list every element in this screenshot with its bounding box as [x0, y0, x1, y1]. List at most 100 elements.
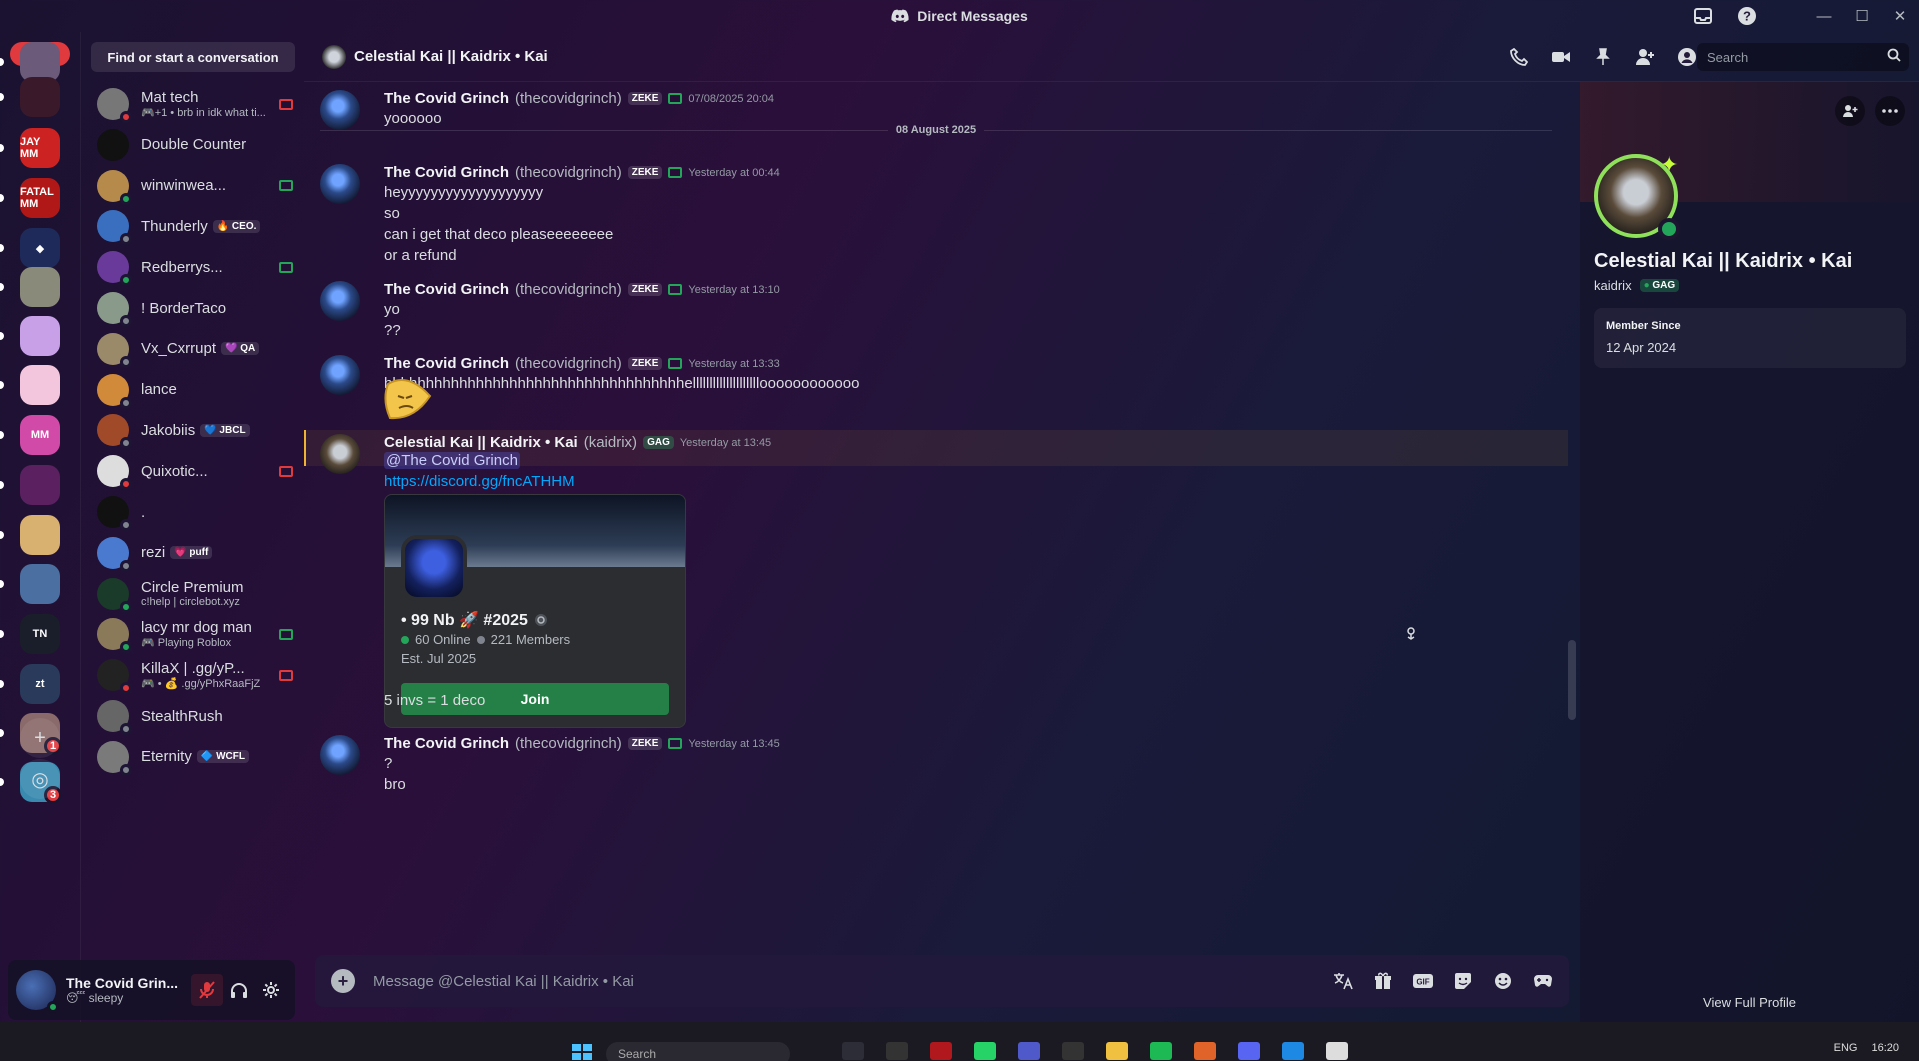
- taskbar-spotify-icon[interactable]: [1150, 1042, 1172, 1060]
- profile-clan-tag[interactable]: ● GAG: [1639, 279, 1680, 292]
- invite-link[interactable]: https://discord.gg/fncATHHM: [384, 473, 575, 490]
- dm-list-item[interactable]: Circle Premium c!help | circlebot.xyz: [89, 572, 297, 616]
- dm-list-item[interactable]: rezi 💗 puff: [89, 531, 297, 575]
- taskbar-teams-icon[interactable]: [1018, 1042, 1040, 1060]
- dm-list-item[interactable]: Eternity 🔷 WCFL: [89, 735, 297, 779]
- activities-gamepad-icon[interactable]: [1531, 969, 1555, 993]
- taskbar-folder-icon[interactable]: [1106, 1042, 1128, 1060]
- clan-tag[interactable]: 🔥 CEO.: [212, 219, 261, 233]
- dm-list-item[interactable]: Redberrys...: [89, 245, 297, 289]
- more-options-icon[interactable]: [1875, 96, 1905, 126]
- view-full-profile-link[interactable]: View Full Profile: [1580, 995, 1919, 1010]
- pinned-messages-icon[interactable]: [1591, 45, 1615, 69]
- author-name[interactable]: The Covid Grinch: [384, 735, 509, 752]
- clan-tag[interactable]: ZEKE: [627, 166, 663, 179]
- search-input[interactable]: Search: [1697, 43, 1909, 71]
- taskbar-edge-icon[interactable]: [1282, 1042, 1304, 1060]
- dm-list-item[interactable]: ! BorderTaco: [89, 286, 297, 330]
- server-icon[interactable]: [20, 365, 60, 405]
- message-composer[interactable]: + Message @Celestial Kai || Kaidrix • Ka…: [315, 955, 1569, 1007]
- server-icon[interactable]: ◆: [20, 228, 60, 268]
- taskbar-discord-icon[interactable]: [1238, 1042, 1260, 1060]
- dm-list-item[interactable]: .: [89, 490, 297, 534]
- add-friend-icon[interactable]: [1835, 96, 1865, 126]
- clan-tag[interactable]: GAG: [643, 436, 674, 449]
- clan-tag[interactable]: 💗 puff: [170, 546, 213, 560]
- dm-list-item[interactable]: Thunderly 🔥 CEO.: [89, 204, 297, 248]
- author-avatar[interactable]: [320, 434, 360, 474]
- gif-icon[interactable]: GIF: [1411, 969, 1435, 993]
- clan-tag[interactable]: 💙 JBCL: [200, 423, 250, 437]
- profile-username[interactable]: kaidrix: [1594, 278, 1632, 293]
- close-button[interactable]: ✕: [1881, 7, 1919, 25]
- server-icon[interactable]: [20, 42, 60, 82]
- dm-list-item[interactable]: Mat tech 🎮+1 • brb in idk what ti...: [89, 88, 297, 126]
- server-icon[interactable]: FATAL MM: [20, 178, 60, 218]
- author-avatar[interactable]: [320, 735, 360, 775]
- find-conversation-button[interactable]: Find or start a conversation: [91, 42, 295, 72]
- message-scrollbar[interactable]: [1568, 640, 1576, 720]
- server-icon[interactable]: [20, 465, 60, 505]
- author-name[interactable]: The Covid Grinch: [384, 281, 509, 298]
- taskbar-app-icon[interactable]: [842, 1042, 864, 1060]
- server-icon[interactable]: JAY MM: [20, 128, 60, 168]
- dm-list-item[interactable]: winwinwea...: [89, 164, 297, 208]
- attach-plus-icon[interactable]: +: [331, 969, 355, 993]
- dm-list-item[interactable]: StealthRush: [89, 694, 297, 738]
- clan-tag[interactable]: ZEKE: [627, 283, 663, 296]
- add-server-icon[interactable]: +: [20, 718, 60, 758]
- taskbar-whatsapp-icon[interactable]: [974, 1042, 996, 1060]
- author-name[interactable]: The Covid Grinch: [384, 164, 509, 181]
- server-icon[interactable]: zt: [20, 664, 60, 704]
- clan-tag[interactable]: 💜 QA: [221, 342, 260, 356]
- dm-list-item[interactable]: Double Counter: [89, 123, 297, 167]
- tray-language[interactable]: ENG: [1834, 1042, 1858, 1054]
- user-name[interactable]: The Covid Grin...: [66, 975, 191, 991]
- user-mention[interactable]: @The Covid Grinch: [384, 452, 520, 469]
- author-avatar[interactable]: [320, 355, 360, 395]
- dm-list-item[interactable]: lacy mr dog man 🎮 Playing Roblox: [89, 612, 297, 656]
- taskbar-search[interactable]: Search: [606, 1042, 790, 1061]
- dm-list-item[interactable]: Jakobiis 💙 JBCL: [89, 408, 297, 452]
- inbox-icon[interactable]: [1691, 4, 1715, 28]
- clan-tag[interactable]: ZEKE: [627, 92, 663, 105]
- minimize-button[interactable]: —: [1805, 8, 1843, 25]
- clan-tag[interactable]: ZEKE: [627, 737, 663, 750]
- author-avatar[interactable]: [320, 164, 360, 204]
- custom-emoji-icon[interactable]: [384, 376, 434, 422]
- gift-icon[interactable]: [1371, 969, 1395, 993]
- author-name[interactable]: The Covid Grinch: [384, 355, 509, 372]
- add-friend-icon[interactable]: [1633, 45, 1657, 69]
- taskbar-notepad-icon[interactable]: [1326, 1042, 1348, 1060]
- taskbar-opera-icon[interactable]: [930, 1042, 952, 1060]
- taskbar-browser-icon[interactable]: [1194, 1042, 1216, 1060]
- taskbar-epic2-icon[interactable]: [1062, 1042, 1084, 1060]
- mute-mic-icon[interactable]: [191, 974, 223, 1006]
- headphones-icon[interactable]: [223, 974, 255, 1006]
- video-call-icon[interactable]: [1549, 45, 1573, 69]
- dm-list-item[interactable]: Vx_Cxrrupt 💜 QA: [89, 327, 297, 371]
- server-icon[interactable]: [20, 515, 60, 555]
- author-name[interactable]: Celestial Kai || Kaidrix • Kai: [384, 434, 578, 451]
- voice-call-icon[interactable]: [1507, 45, 1531, 69]
- tray-clock[interactable]: 16:20: [1871, 1042, 1899, 1054]
- help-icon[interactable]: ?: [1735, 4, 1759, 28]
- server-icon[interactable]: [20, 77, 60, 117]
- discover-icon[interactable]: ◎: [20, 759, 60, 799]
- server-icon[interactable]: MM: [20, 415, 60, 455]
- dm-list-item[interactable]: Quixotic...: [89, 449, 297, 493]
- user-profile-icon[interactable]: [1675, 45, 1699, 69]
- clan-tag[interactable]: ZEKE: [627, 357, 663, 370]
- emoji-icon[interactable]: [1491, 969, 1515, 993]
- settings-gear-icon[interactable]: [255, 974, 287, 1006]
- message-input[interactable]: Message @Celestial Kai || Kaidrix • Kai: [373, 973, 634, 990]
- author-avatar[interactable]: [320, 281, 360, 321]
- sticker-icon[interactable]: [1451, 969, 1475, 993]
- maximize-button[interactable]: ☐: [1843, 7, 1881, 25]
- clan-tag[interactable]: 🔷 WCFL: [196, 750, 249, 764]
- taskbar-epic-icon[interactable]: [886, 1042, 908, 1060]
- server-icon[interactable]: [20, 316, 60, 356]
- user-avatar[interactable]: [16, 970, 59, 1013]
- server-icon[interactable]: [20, 267, 60, 307]
- author-name[interactable]: The Covid Grinch: [384, 90, 509, 107]
